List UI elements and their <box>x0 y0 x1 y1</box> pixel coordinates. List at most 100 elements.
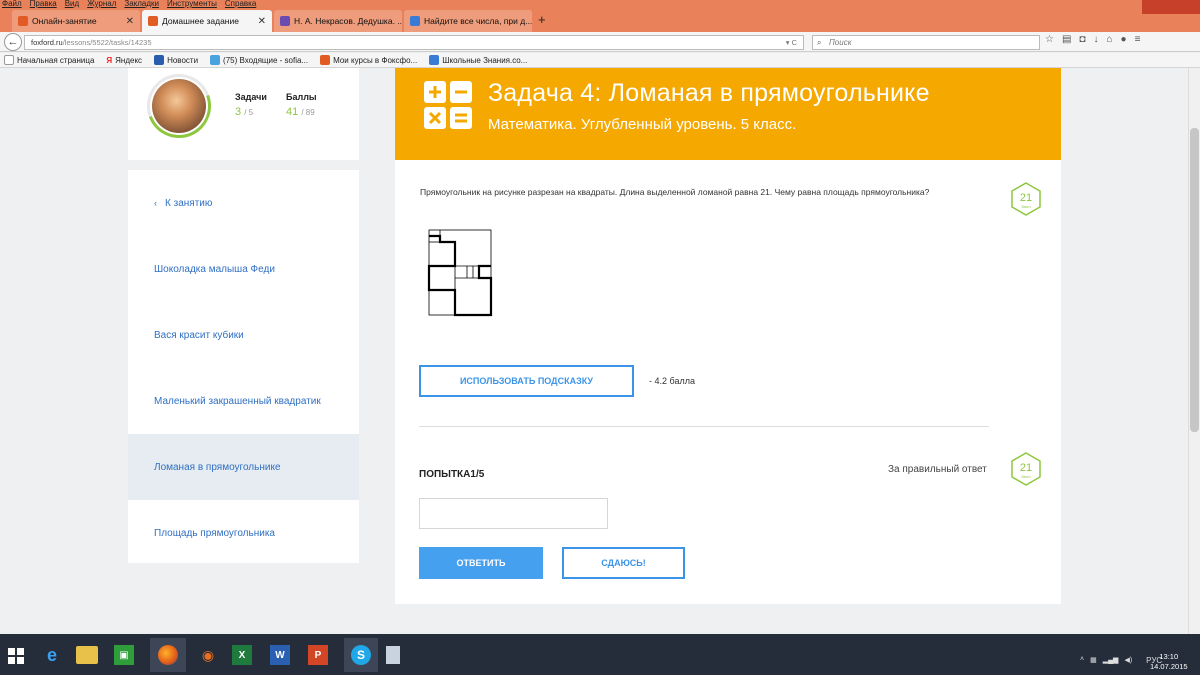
page-subtitle: Математика. Углубленный уровень. 5 класс… <box>488 116 797 133</box>
firefox-icon[interactable] <box>150 638 186 672</box>
tab-homework[interactable]: Домашнее задание ✕ <box>142 10 272 32</box>
attempt-counter: ПОПЫТКА1/5 <box>419 469 485 480</box>
bookmarks-toolbar: Начальная страница Я Яндекс Новости (75) … <box>0 53 1200 68</box>
chat-icon[interactable]: ● <box>1121 34 1127 50</box>
answer-input[interactable] <box>419 498 608 529</box>
menu-help[interactable]: Справка <box>225 0 256 8</box>
tab-numbers[interactable]: Найдите все числа, при д... ✕ <box>404 10 532 32</box>
new-tab-button[interactable]: + <box>538 12 546 27</box>
tab-online-lesson[interactable]: Онлайн-занятие ✕ <box>12 10 140 32</box>
windows-start-icon[interactable] <box>8 648 24 664</box>
menu-tools[interactable]: Инструменты <box>167 0 217 8</box>
menu-edit[interactable]: Правка <box>30 0 57 8</box>
correct-answer-label: За правильный ответ <box>888 464 987 475</box>
notepad-icon[interactable] <box>386 646 400 664</box>
ie-icon[interactable]: e <box>38 641 66 669</box>
task-nav: ‹ К занятию Шоколадка малыша Феди Вася кр… <box>128 170 359 563</box>
page-icon <box>4 55 14 65</box>
search-placeholder: Поиск <box>829 38 852 47</box>
tasks-total: / 5 <box>244 108 254 117</box>
clock[interactable]: 13:10 14.07.2015 <box>1150 652 1188 672</box>
close-icon[interactable]: ✕ <box>126 16 134 27</box>
close-icon[interactable]: ✕ <box>258 16 266 27</box>
search-input[interactable]: ⌕ Поиск <box>812 35 1040 50</box>
explorer-icon[interactable] <box>76 646 98 664</box>
bookmark-label: Начальная страница <box>17 55 95 65</box>
nav-item-chocolate[interactable]: Шоколадка малыша Феди <box>128 236 359 302</box>
menu-history[interactable]: Журнал <box>87 0 116 8</box>
bookmark-label: Новости <box>167 55 199 65</box>
bookmark-label: Мои курсы в Фоксфо... <box>333 55 418 65</box>
library-icon[interactable]: ▤ <box>1062 34 1071 50</box>
nav-item-polyline[interactable]: Ломаная в прямоугольнике <box>128 434 359 500</box>
toolbar-icons: ☆ ▤ ◘ ↓ ⌂ ● ≡ <box>1045 34 1140 50</box>
submit-button[interactable]: ОТВЕТИТЬ <box>419 547 543 579</box>
reward-value: 21 <box>1020 462 1032 474</box>
points-value: 21 <box>1020 192 1032 204</box>
bookmark-label: (75) Входящие - sofia... <box>223 55 309 65</box>
reload-icon[interactable]: ▾ C <box>786 36 797 49</box>
points-count: 41 / 89 <box>286 106 315 118</box>
bookmark-inbox[interactable]: (75) Входящие - sofia... <box>210 55 308 65</box>
yandex-icon: Я <box>106 55 113 65</box>
znanija-icon <box>410 16 420 26</box>
nav-item-small-square[interactable]: Маленький закрашенный квадратик <box>128 368 359 434</box>
use-hint-button[interactable]: ИСПОЛЬЗОВАТЬ ПОДСКАЗКУ <box>419 365 634 397</box>
tasks-done: 3 <box>235 106 242 118</box>
bookmark-my-courses[interactable]: Мои курсы в Фоксфо... <box>320 55 417 65</box>
menu-icon[interactable]: ≡ <box>1135 34 1141 50</box>
tasks-count: 3 / 5 <box>235 106 253 118</box>
address-bar[interactable]: foxford.ru/lessons/5522/tasks/14235 ▾ C <box>24 35 804 50</box>
bookmark-label: Яндекс <box>115 55 143 65</box>
menu-bar: Файл Правка Вид Журнал Закладки Инструме… <box>0 0 1200 8</box>
give-up-button[interactable]: СДАЮСЬ! <box>562 547 685 579</box>
volume-icon[interactable]: ◀) <box>1124 656 1132 665</box>
menu-view[interactable]: Вид <box>65 0 79 8</box>
bookmark-yandex[interactable]: Я Яндекс <box>106 56 142 65</box>
foxford-icon <box>18 16 28 26</box>
download-icon[interactable]: ↓ <box>1093 34 1098 50</box>
reward-badge: 21 балл <box>1011 452 1041 486</box>
word-icon[interactable]: W <box>270 645 290 665</box>
store-icon[interactable]: ▣ <box>114 645 134 665</box>
menu-bookmarks[interactable]: Закладки <box>124 0 159 8</box>
bookmark-star-icon[interactable]: ☆ <box>1045 34 1054 50</box>
home-icon[interactable]: ⌂ <box>1106 34 1112 50</box>
points-total: / 89 <box>301 108 315 117</box>
scrollbar-thumb[interactable] <box>1190 128 1199 432</box>
back-button[interactable]: ← <box>4 33 22 51</box>
nav-item-rectangle-area[interactable]: Площадь прямоугольника <box>128 500 359 566</box>
bookmark-news[interactable]: Новости <box>154 55 198 65</box>
avatar[interactable] <box>152 79 206 133</box>
hint-cost: - 4.2 балла <box>649 376 695 386</box>
rectangle-figure <box>427 229 493 317</box>
clock-time: 13:10 <box>1159 652 1179 661</box>
powerpoint-icon[interactable]: P <box>308 645 328 665</box>
tasks-label: Задачи <box>235 92 267 102</box>
divider <box>419 426 989 427</box>
foxford-icon <box>148 16 158 26</box>
mail-icon <box>210 55 221 65</box>
excel-icon[interactable]: X <box>232 645 252 665</box>
menu-file[interactable]: Файл <box>2 0 22 8</box>
window-close-button[interactable] <box>1142 0 1200 14</box>
tab-nekrasov[interactable]: Н. А. Некрасов. Дедушка. ... ✕ <box>274 10 402 32</box>
signal-icon[interactable]: ▂▄▆ <box>1103 656 1119 665</box>
clock-date: 14.07.2015 <box>1150 662 1188 671</box>
question-text: Прямоугольник на рисунке разрезан на ква… <box>420 187 930 197</box>
skype-icon[interactable]: S <box>344 638 378 672</box>
url-host: foxford.ru <box>31 38 63 47</box>
bookmark-start-page[interactable]: Начальная страница <box>4 55 94 65</box>
page-title: Задача 4: Ломаная в прямоугольнике <box>488 79 930 107</box>
pocket-icon[interactable]: ◘ <box>1079 34 1085 50</box>
back-label: К занятию <box>165 197 213 209</box>
nav-item-cubes[interactable]: Вася красит кубики <box>128 302 359 368</box>
points-unit: балл <box>1021 204 1031 209</box>
back-to-lesson-link[interactable]: ‹ К занятию <box>128 170 359 236</box>
network-icon[interactable]: ▦ <box>1090 656 1097 665</box>
chevron-up-icon[interactable]: ˄ <box>1080 656 1084 665</box>
calculator-icon <box>424 81 472 129</box>
eye-app-icon[interactable]: ◉ <box>194 641 222 669</box>
bookmark-znanija[interactable]: Школьные Знания.co... <box>429 55 527 65</box>
tab-label: Найдите все числа, при д... <box>424 16 532 26</box>
